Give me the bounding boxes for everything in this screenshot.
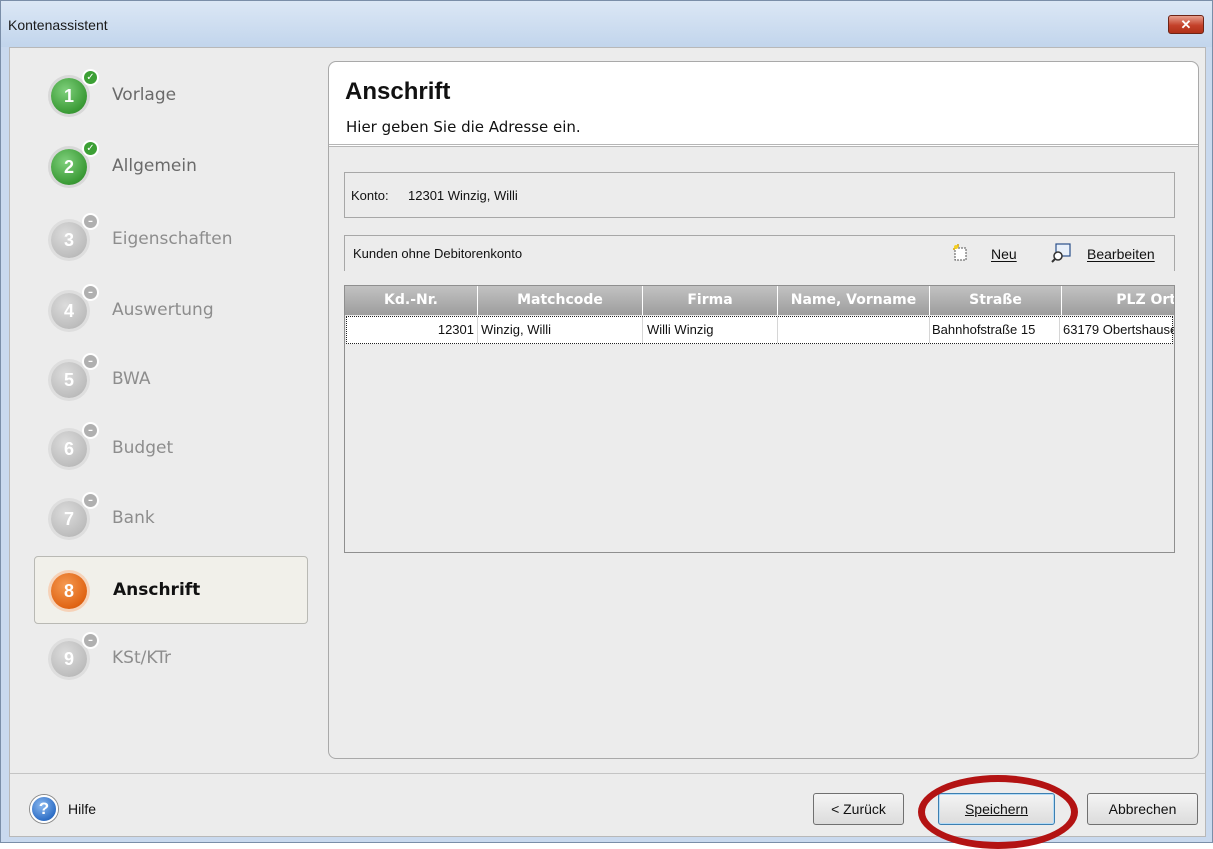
step-number-icon: 9 [51,641,87,677]
step-label: Eigenschaften [112,229,233,249]
step-number-icon: 2 [51,149,87,185]
konto-label: Konto: [351,188,389,203]
step-label: Budget [112,438,174,458]
step-number-icon: 7 [51,501,87,537]
window-title: Kontenassistent [8,17,108,33]
minus-icon: – [82,632,99,649]
step-kst-ktr[interactable]: 9 – KSt/KTr [34,624,308,692]
cancel-button-label: Abbrechen [1108,801,1177,817]
step-label: Bank [112,508,155,528]
column-header[interactable]: Firma [643,286,778,315]
step-anschrift[interactable]: 8 Anschrift [34,556,308,624]
column-header[interactable]: PLZ Ort [1062,286,1174,315]
step-number-icon: 5 [51,362,87,398]
step-number-icon: 6 [51,431,87,467]
edit-magnifier-icon[interactable] [1051,243,1071,263]
new-button[interactable]: Neu [991,246,1017,262]
table-row[interactable]: 12301 Winzig, Willi Willi Winzig Bahnhof… [346,316,1174,344]
minus-icon: – [82,284,99,301]
minus-icon: – [82,213,99,230]
step-label: Anschrift [113,580,201,600]
page-subtitle: Hier geben Sie die Adresse ein. [346,118,581,136]
konto-info: Konto: 12301 Winzig, Willi [344,172,1175,218]
column-header[interactable]: Straße [930,286,1062,315]
step-bank[interactable]: 7 – Bank [34,484,308,552]
cancel-button[interactable]: Abbrechen [1087,793,1198,825]
step-auswertung[interactable]: 4 – Auswertung [34,276,308,344]
check-icon: ✓ [82,69,99,86]
close-button[interactable]: ✕ [1168,15,1204,34]
step-budget[interactable]: 6 – Budget [34,414,308,482]
list-toolbar: Kunden ohne Debitorenkonto Neu Bearbeite… [344,235,1175,271]
step-bwa[interactable]: 5 – BWA [34,345,308,413]
wizard-window: Kontenassistent ✕ 1 ✓ Vorlage 2 ✓ Allgem… [0,0,1213,849]
step-number-icon: 1 [51,78,87,114]
cell-plz-ort: 63179 Obertshausen [1063,322,1174,337]
table-header: Kd.-Nr. Matchcode Firma Name, Vorname St… [345,286,1174,315]
page-title: Anschrift [345,78,451,105]
step-number-icon: 4 [51,293,87,329]
column-header[interactable]: Matchcode [478,286,643,315]
panel-header: Anschrift Hier geben Sie die Adresse ein… [329,62,1198,147]
step-label: BWA [112,369,151,389]
back-button-label: < Zurück [831,801,886,817]
customer-table: Kd.-Nr. Matchcode Firma Name, Vorname St… [344,285,1175,553]
column-header[interactable]: Kd.-Nr. [345,286,478,315]
customer-list: Kunden ohne Debitorenkonto Neu Bearbeite… [344,235,1175,553]
step-label: KSt/KTr [112,648,172,668]
cell-matchcode: Winzig, Willi [478,317,643,343]
footer-divider [10,773,1205,774]
help-link[interactable]: Hilfe [68,801,96,817]
help-icon[interactable]: ? [30,795,58,823]
step-allgemein[interactable]: 2 ✓ Allgemein [34,132,308,200]
step-number-icon: 8 [51,573,87,609]
step-eigenschaften[interactable]: 3 – Eigenschaften [34,205,308,273]
wizard-client: 1 ✓ Vorlage 2 ✓ Allgemein 3 – Eigenschaf… [9,47,1206,849]
cell-kdnr: 12301 [347,317,478,343]
title-bar: Kontenassistent ✕ [1,1,1212,47]
cell-name [778,317,930,343]
edit-button[interactable]: Bearbeiten [1087,246,1155,262]
back-button[interactable]: < Zurück [813,793,904,825]
minus-icon: – [82,492,99,509]
content-panel: Anschrift Hier geben Sie die Adresse ein… [328,61,1199,759]
column-header[interactable]: Name, Vorname [778,286,930,315]
step-label: Vorlage [112,85,177,105]
konto-value: 12301 Winzig, Willi [408,188,518,203]
step-label: Allgemein [112,156,197,176]
step-label: Auswertung [112,300,214,320]
highlight-annotation [918,775,1078,849]
new-document-icon[interactable] [951,243,971,263]
cell-strasse: Bahnhofstraße 15 [930,317,1060,343]
minus-icon: – [82,422,99,439]
check-icon: ✓ [82,140,99,157]
step-vorlage[interactable]: 1 ✓ Vorlage [34,61,308,129]
step-number-icon: 3 [51,222,87,258]
list-caption: Kunden ohne Debitorenkonto [353,246,523,261]
minus-icon: – [82,353,99,370]
cell-firma: Willi Winzig [643,317,778,343]
